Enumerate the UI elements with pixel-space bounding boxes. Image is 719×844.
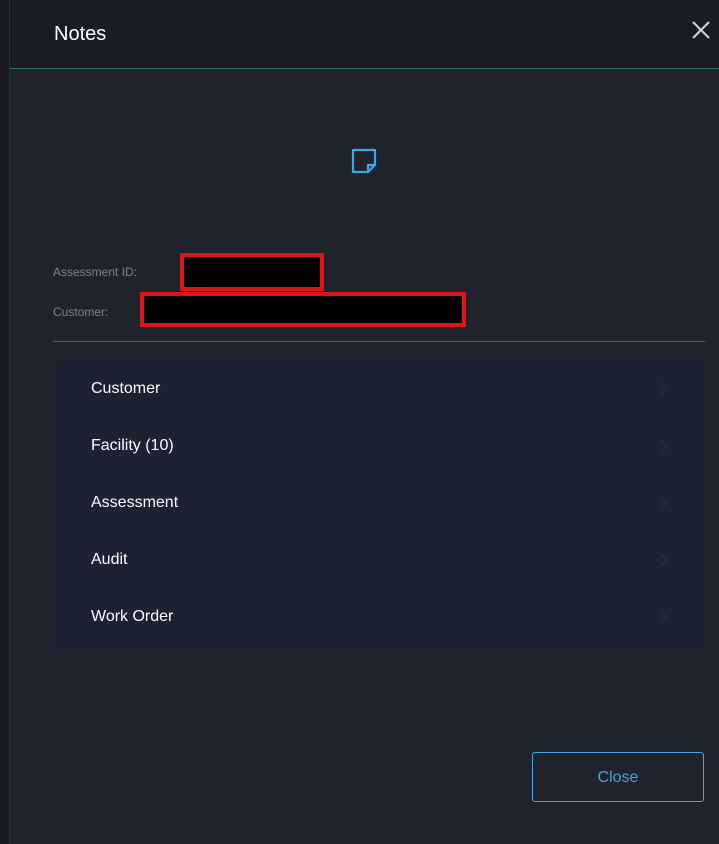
menu-item-label: Audit	[91, 551, 128, 568]
customer-redaction	[140, 292, 466, 327]
close-button[interactable]: Close	[532, 752, 704, 802]
dialog-title: Notes	[54, 23, 107, 45]
menu-item-customer[interactable]: Customer	[53, 361, 705, 418]
chevron-right-icon	[659, 438, 669, 454]
notes-dialog: Notes Assessment ID: Customer: Customer	[10, 0, 719, 844]
chevron-right-icon	[659, 495, 669, 511]
menu-item-work-order[interactable]: Work Order	[53, 589, 705, 646]
chevron-right-icon	[659, 609, 669, 625]
assessment-id-label: Assessment ID:	[53, 265, 138, 279]
menu-item-audit[interactable]: Audit	[53, 532, 705, 589]
menu-item-label: Assessment	[91, 494, 179, 511]
menu-item-label: Customer	[91, 380, 161, 397]
chevron-right-icon	[659, 552, 669, 568]
background-edge	[0, 0, 10, 844]
section-divider	[53, 341, 705, 342]
close-icon[interactable]	[689, 18, 713, 42]
menu-item-label: Facility (10)	[91, 437, 174, 454]
menu-item-assessment[interactable]: Assessment	[53, 475, 705, 532]
note-icon	[348, 145, 380, 177]
menu-item-label: Work Order	[91, 608, 174, 625]
notes-page: Notes Assessment ID: Customer: Customer	[0, 0, 719, 844]
assessment-id-redaction	[180, 253, 324, 291]
notes-category-list: Customer Facility (10) Assessment Audit	[53, 361, 705, 649]
dialog-header: Notes	[10, 0, 719, 69]
menu-item-facility[interactable]: Facility (10)	[53, 418, 705, 475]
chevron-right-icon	[659, 381, 669, 397]
customer-label: Customer:	[53, 305, 109, 319]
